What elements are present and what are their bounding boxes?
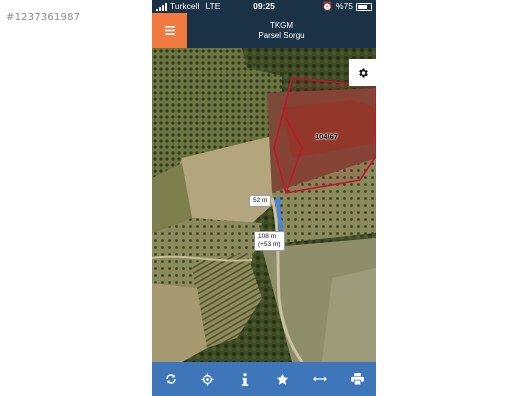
locate-icon <box>202 373 214 385</box>
print-button[interactable] <box>347 369 367 389</box>
locate-button[interactable] <box>198 369 218 389</box>
app-subtitle: Parsel Sorgu <box>258 31 305 40</box>
distance-delta: (+53 m) <box>258 241 281 248</box>
phone-screen: Turkcell LTE 09:25 ⏰ %75 TKGM Parsel Sor… <box>152 0 376 396</box>
status-right: ⏰ %75 <box>322 0 372 13</box>
favorite-button[interactable] <box>273 369 293 389</box>
satellite-map[interactable]: 104/67 52 m 108 m (+53 m) <box>152 48 376 362</box>
parcel-number-label: 104/67 <box>315 132 338 141</box>
battery-level: %75 <box>335 1 353 11</box>
star-icon <box>276 373 289 385</box>
info-icon <box>242 372 249 386</box>
status-bar: Turkcell LTE 09:25 ⏰ %75 <box>152 0 376 13</box>
gear-icon <box>358 68 368 77</box>
segment-distance-label: 52 m <box>249 195 272 207</box>
menu-button[interactable] <box>152 13 187 48</box>
app-header: TKGM Parsel Sorgu <box>152 13 376 48</box>
measure-icon <box>312 376 327 382</box>
info-button[interactable] <box>235 369 255 389</box>
settings-button[interactable] <box>349 59 376 86</box>
alarm-icon: ⏰ <box>322 1 333 11</box>
bottom-toolbar <box>152 362 376 396</box>
print-icon <box>350 373 364 385</box>
refresh-icon <box>165 374 176 384</box>
app-title: TKGM <box>269 21 294 30</box>
battery-icon <box>356 2 372 11</box>
total-distance-label: 108 m (+53 m) <box>254 231 285 251</box>
header-title-block: TKGM Parsel Sorgu <box>187 21 376 41</box>
total-distance: 108 m <box>258 233 277 240</box>
measure-button[interactable] <box>310 369 330 389</box>
hamburger-icon <box>164 26 175 35</box>
watermark-id: #1237361987 <box>6 12 81 23</box>
refresh-button[interactable] <box>161 369 181 389</box>
measure-point[interactable] <box>275 198 281 204</box>
